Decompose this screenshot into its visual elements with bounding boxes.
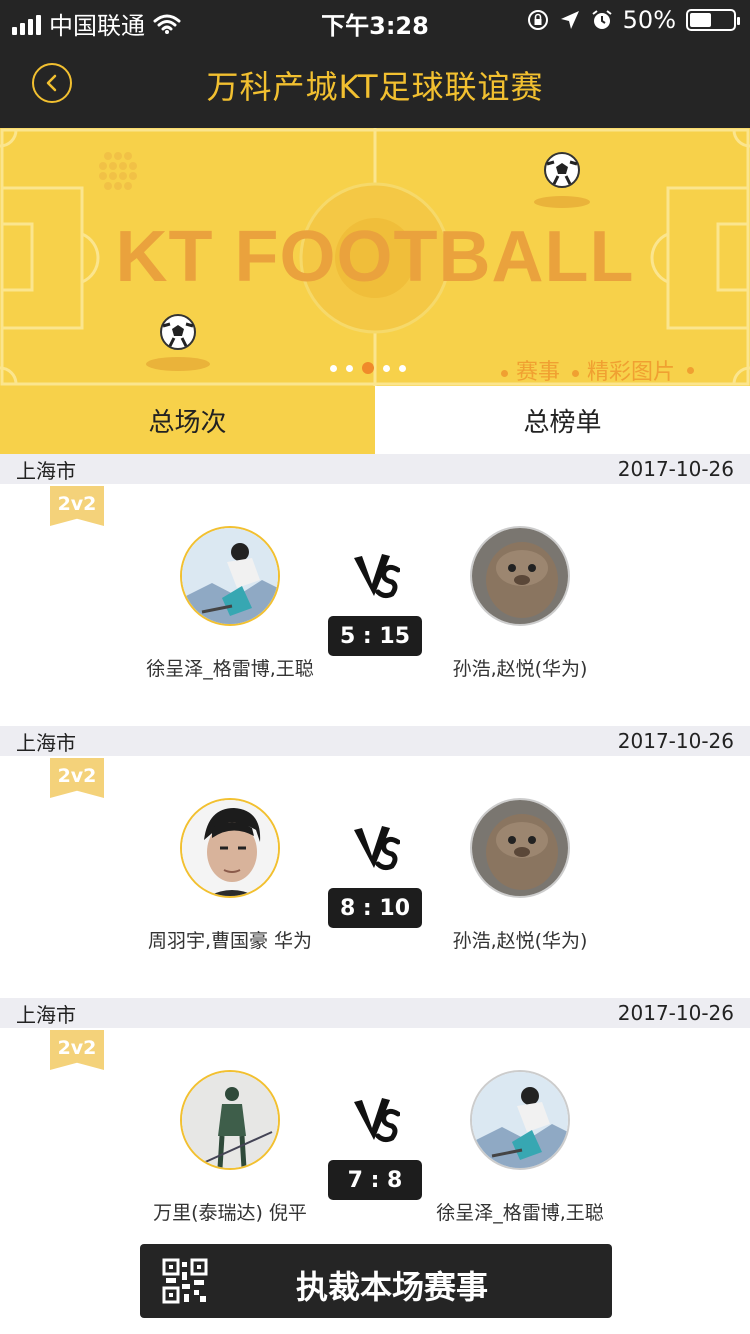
banner-carousel[interactable]: KT FOOTBALL 赛事 精彩图片 xyxy=(0,128,750,386)
nav-bar: 万科产城KT足球联谊赛 xyxy=(0,40,750,128)
match-date: 2017-10-26 xyxy=(617,457,734,481)
avatar xyxy=(180,526,280,626)
match-header: 上海市 2017-10-26 xyxy=(0,726,750,756)
avatar xyxy=(180,1070,280,1170)
vs-icon xyxy=(354,826,400,871)
match-format-badge: 2v2 xyxy=(50,758,104,798)
vs-icon xyxy=(354,1098,400,1143)
match-city: 上海市 xyxy=(16,730,76,755)
carousel-dot xyxy=(383,364,390,372)
match-format-badge: 2v2 xyxy=(50,486,104,526)
match-date: 2017-10-26 xyxy=(617,729,734,753)
carousel-dot xyxy=(399,364,406,372)
avatar xyxy=(470,1070,570,1170)
referee-button-label: 执裁本场赛事 xyxy=(295,1268,488,1306)
match-city: 上海市 xyxy=(16,1002,76,1027)
match-score: 8 : 10 xyxy=(328,888,422,928)
soccer-ball-icon xyxy=(544,152,580,188)
page-title: 万科产城KT足球联谊赛 xyxy=(206,68,544,106)
soccer-ball-icon xyxy=(160,314,196,350)
match-score: 5 : 15 xyxy=(328,616,422,656)
tab-total-matches[interactable]: 总场次 xyxy=(0,386,375,454)
vs-icon xyxy=(354,554,400,599)
battery-fill xyxy=(690,13,711,27)
match-format-badge: 2v2 xyxy=(50,1030,104,1070)
match-score: 7 : 8 xyxy=(328,1160,422,1200)
tab-leaderboard[interactable]: 总榜单 xyxy=(375,386,750,454)
match-card[interactable]: 上海市 2017-10-26 2v2 7 : 8 万里(泰瑞达) 倪平 徐呈泽_… xyxy=(0,998,750,1234)
carousel-dot xyxy=(330,364,337,372)
carousel-dot-active xyxy=(362,362,374,374)
banner-title: KT FOOTBALL xyxy=(115,217,635,297)
match-card[interactable]: 上海市 2017-10-26 2v2 5 : 15 徐呈泽_格雷博,王聪 孙浩,… xyxy=(0,454,750,726)
rotation-lock-icon xyxy=(527,10,548,30)
carousel-indicator xyxy=(330,362,406,374)
team-right-name: 孙浩,赵悦(华为) xyxy=(452,658,588,680)
alarm-icon xyxy=(592,10,612,29)
match-card[interactable]: 上海市 2017-10-26 2v2 8 : 10 周羽宇,曹国豪 华为 孙浩,… xyxy=(0,726,750,998)
team-right-name: 徐呈泽_格雷博,王聪 xyxy=(436,1202,604,1224)
banner-link-photos[interactable]: 精彩图片 xyxy=(571,354,675,386)
team-right-name: 孙浩,赵悦(华为) xyxy=(452,930,588,952)
location-icon xyxy=(560,11,579,29)
battery-percent: 50% xyxy=(622,6,676,34)
match-header: 上海市 2017-10-26 xyxy=(0,454,750,484)
banner-links: 赛事 精彩图片 xyxy=(500,354,694,386)
carousel-dot xyxy=(346,364,353,372)
banner-link-matches[interactable]: 赛事 xyxy=(500,354,560,386)
battery-icon xyxy=(686,9,740,31)
avatar xyxy=(470,526,570,626)
avatar xyxy=(470,798,570,898)
referee-match-button[interactable]: 执裁本场赛事 xyxy=(140,1244,612,1318)
match-city: 上海市 xyxy=(16,458,76,483)
tab-bar: 总场次 总榜单 xyxy=(0,386,750,454)
status-bar: 中国联通 下午3:28 50% xyxy=(0,0,750,40)
avatar xyxy=(180,798,280,898)
match-header: 上海市 2017-10-26 xyxy=(0,998,750,1028)
match-date: 2017-10-26 xyxy=(617,1001,734,1025)
